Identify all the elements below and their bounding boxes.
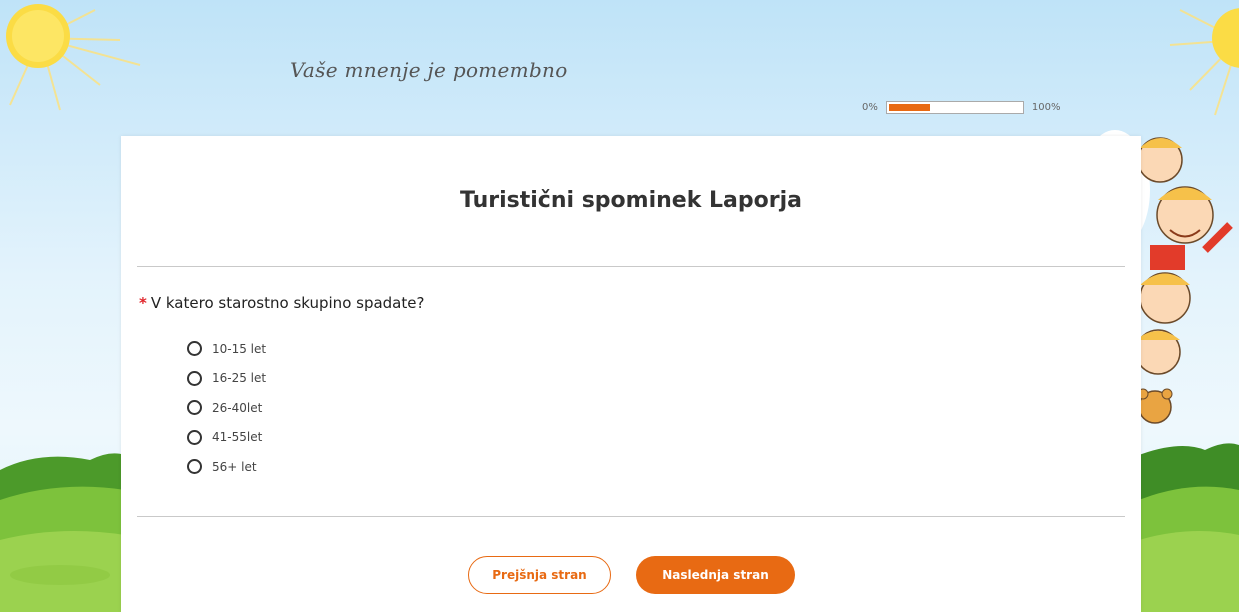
- progress-indicator: 0% 100%: [862, 101, 1060, 114]
- grass-hills-left: [0, 453, 125, 612]
- grass-hills-right: [1139, 443, 1239, 612]
- radio-button[interactable]: [187, 341, 202, 357]
- required-asterisk: *: [139, 294, 147, 312]
- progress-start-label: 0%: [862, 102, 878, 113]
- progress-bar-fill: [888, 104, 930, 111]
- option-26-40[interactable]: 26-40let: [187, 393, 266, 423]
- option-10-15[interactable]: 10-15 let: [187, 334, 266, 364]
- progress-bar: [885, 101, 1024, 114]
- option-label: 41-55let: [212, 430, 263, 445]
- question-label: * V katero starostno skupino spadate?: [139, 294, 424, 312]
- radio-button[interactable]: [187, 370, 202, 386]
- option-label: 26-40let: [212, 400, 263, 415]
- site-tagline: Vaše mnenje je pomembno: [290, 58, 568, 82]
- option-16-25[interactable]: 16-25 let: [187, 364, 266, 394]
- option-label: 16-25 let: [212, 371, 267, 386]
- divider-top: [137, 266, 1125, 267]
- option-label: 56+ let: [212, 459, 257, 474]
- radio-button[interactable]: [187, 429, 202, 445]
- radio-button[interactable]: [187, 459, 202, 475]
- option-41-55[interactable]: 41-55let: [187, 423, 266, 453]
- next-page-button[interactable]: Naslednja stran: [636, 556, 795, 594]
- divider-bottom: [137, 516, 1125, 517]
- sun-left-icon: [6, 4, 141, 111]
- survey-card: Turistični spominek Laporja * V katero st…: [121, 136, 1141, 612]
- progress-end-label: 100%: [1031, 102, 1061, 113]
- option-56-plus[interactable]: 56+ let: [187, 452, 266, 482]
- question-text: V katero starostno skupino spadate?: [150, 294, 425, 312]
- survey-title: Turistični spominek Laporja: [460, 188, 802, 213]
- answer-options: 10-15 let 16-25 let 26-40let 41-55let 56…: [187, 334, 266, 482]
- sun-right-icon: [1169, 8, 1239, 116]
- previous-page-button[interactable]: Prejšnja stran: [468, 556, 611, 594]
- option-label: 10-15 let: [212, 341, 267, 356]
- radio-button[interactable]: [187, 400, 202, 416]
